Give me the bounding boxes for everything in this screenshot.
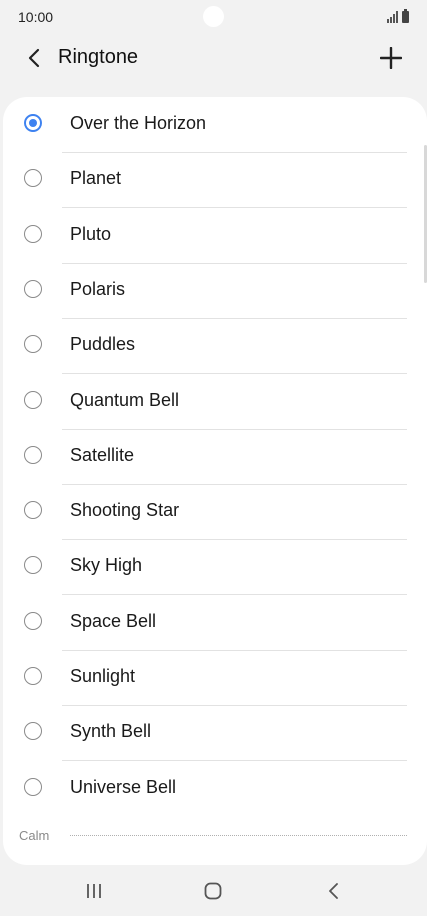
app-header: Ringtone bbox=[0, 34, 427, 84]
ringtone-label: Synth Bell bbox=[70, 721, 152, 742]
recent-apps-button[interactable] bbox=[74, 876, 114, 906]
navigation-bar bbox=[0, 866, 427, 916]
ringtone-label: Quantum Bell bbox=[70, 389, 180, 410]
ringtone-item[interactable]: Space Bell bbox=[3, 596, 427, 651]
add-button[interactable] bbox=[373, 40, 409, 76]
radio-button[interactable] bbox=[24, 556, 42, 575]
signal-icon bbox=[387, 11, 398, 23]
ringtone-item[interactable]: Pluto bbox=[3, 209, 427, 264]
radio-button[interactable] bbox=[24, 279, 42, 298]
ringtone-label: Pluto bbox=[70, 223, 112, 244]
radio-button[interactable] bbox=[24, 611, 42, 630]
section-label: Calm bbox=[19, 828, 50, 843]
page-title: Ringtone bbox=[58, 46, 139, 68]
ringtone-label: Shooting Star bbox=[70, 500, 180, 521]
back-button[interactable] bbox=[18, 42, 50, 74]
recent-apps-icon bbox=[87, 884, 101, 898]
ringtone-item[interactable]: Shooting Star bbox=[3, 485, 427, 541]
home-icon bbox=[204, 882, 222, 900]
radio-button[interactable] bbox=[24, 722, 42, 741]
camera-cutout bbox=[203, 6, 224, 27]
ringtone-item[interactable]: Synth Bell bbox=[3, 706, 427, 762]
battery-icon bbox=[402, 9, 409, 23]
ringtone-item[interactable]: Puddles bbox=[3, 319, 427, 375]
ringtone-list: Over the Horizon Planet Pluto Polaris Puddle… bbox=[3, 97, 427, 865]
ringtone-item[interactable]: Quantum Bell bbox=[3, 375, 427, 430]
ringtone-label: Sunlight bbox=[70, 666, 136, 686]
radio-button[interactable] bbox=[24, 667, 42, 685]
ringtone-item[interactable]: Sky High bbox=[3, 540, 427, 596]
section-divider bbox=[70, 835, 407, 836]
ringtone-item[interactable]: Sunlight bbox=[3, 651, 427, 706]
status-bar: 10:00 bbox=[0, 0, 427, 34]
home-button[interactable] bbox=[193, 876, 233, 906]
back-icon bbox=[329, 883, 338, 899]
ringtone-label: Universe Bell bbox=[70, 776, 177, 797]
ringtone-label: Space Bell bbox=[70, 610, 157, 631]
ringtone-item[interactable]: Planet bbox=[3, 153, 427, 209]
ringtone-label: Polaris bbox=[70, 278, 126, 299]
ringtone-label: Planet bbox=[70, 168, 122, 189]
plus-icon bbox=[380, 47, 402, 69]
ringtone-label: Over the Horizon bbox=[70, 113, 207, 133]
ringtone-item[interactable]: Satellite bbox=[3, 430, 427, 485]
ringtone-item[interactable]: Polaris bbox=[3, 264, 427, 319]
section-header: Calm bbox=[3, 826, 427, 846]
radio-button[interactable] bbox=[24, 169, 42, 188]
chevron-left-icon bbox=[28, 48, 40, 68]
radio-button[interactable] bbox=[24, 390, 42, 409]
radio-button[interactable] bbox=[24, 335, 42, 354]
status-icons bbox=[387, 9, 409, 23]
radio-button[interactable] bbox=[24, 445, 42, 464]
ringtone-item[interactable]: Over the Horizon bbox=[3, 98, 427, 153]
ringtone-item[interactable]: Universe Bell bbox=[3, 762, 427, 817]
ringtone-label: Sky High bbox=[70, 555, 143, 576]
radio-button[interactable] bbox=[24, 777, 42, 796]
radio-button[interactable] bbox=[24, 501, 42, 520]
status-time: 10:00 bbox=[18, 9, 54, 25]
radio-button[interactable] bbox=[24, 224, 42, 243]
ringtone-label: Satellite bbox=[70, 444, 135, 465]
nav-back-button[interactable] bbox=[313, 876, 353, 906]
ringtone-label: Puddles bbox=[70, 334, 136, 355]
radio-button-selected[interactable] bbox=[24, 114, 42, 132]
